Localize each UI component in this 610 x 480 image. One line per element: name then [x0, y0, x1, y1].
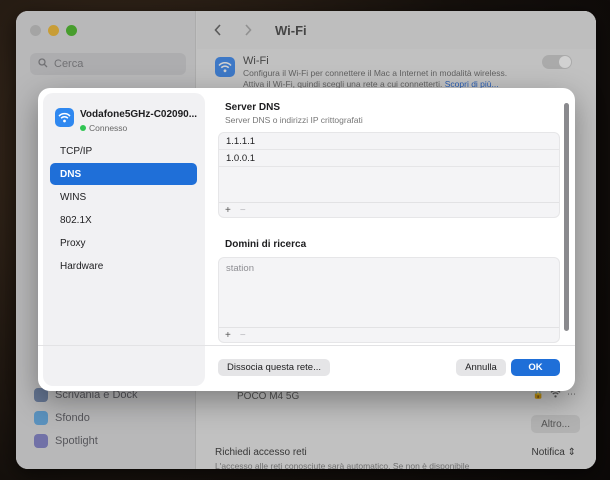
forget-network-button[interactable]: Dissocia questa rete... — [218, 359, 330, 376]
tab-dns[interactable]: DNS — [50, 163, 197, 185]
add-domain-button[interactable]: + — [225, 330, 231, 341]
tab-tcpip[interactable]: TCP/IP — [50, 140, 197, 162]
network-status: Connesso — [80, 123, 127, 133]
connected-dot-icon — [80, 125, 86, 131]
ok-button[interactable]: OK — [511, 359, 560, 376]
search-domains-footer: + − — [219, 327, 559, 342]
dns-server-list[interactable]: 1.1.1.1 1.0.0.1 + − — [218, 132, 560, 218]
remove-domain-button[interactable]: − — [240, 330, 246, 341]
search-domains-list[interactable]: station + − — [218, 257, 560, 343]
dns-section-title: Server DNS — [225, 102, 281, 113]
remove-dns-button[interactable]: − — [240, 205, 246, 216]
tab-hardware[interactable]: Hardware — [50, 255, 197, 277]
list-item[interactable]: 1.1.1.1 — [219, 133, 559, 150]
tab-proxy[interactable]: Proxy — [50, 232, 197, 254]
add-dns-button[interactable]: + — [225, 205, 231, 216]
wifi-icon — [55, 108, 74, 127]
dns-section-subtitle: Server DNS o indirizzi IP crittografati — [225, 115, 363, 125]
network-details-sheet: Vodafone5GHz-C02090... Connesso TCP/IP D… — [38, 88, 575, 391]
search-domains-placeholder: station — [226, 263, 254, 274]
dns-list-footer: + − — [219, 202, 559, 217]
tab-wins[interactable]: WINS — [50, 186, 197, 208]
sheet-tab-list: TCP/IP DNS WINS 802.1X Proxy Hardware — [50, 140, 197, 278]
tab-8021x[interactable]: 802.1X — [50, 209, 197, 231]
sheet-sidebar: Vodafone5GHz-C02090... Connesso TCP/IP D… — [43, 93, 205, 386]
network-name: Vodafone5GHz-C02090... — [80, 109, 198, 120]
content-scrollbar[interactable] — [564, 103, 569, 331]
sheet-footer-divider — [38, 345, 575, 346]
list-item[interactable]: 1.0.0.1 — [219, 150, 559, 167]
cancel-button[interactable]: Annulla — [456, 359, 506, 376]
search-domains-title: Domini di ricerca — [225, 239, 307, 250]
